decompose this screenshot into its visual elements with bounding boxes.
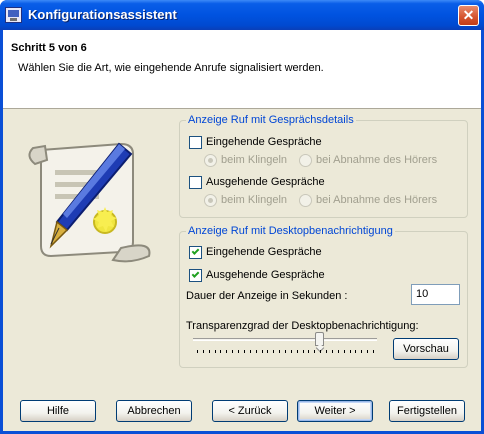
slider-track xyxy=(193,338,377,341)
call-details-legend: Anzeige Ruf mit Gesprächsdetails xyxy=(186,114,356,126)
next-button[interactable]: Weiter > xyxy=(297,400,373,422)
radio-selected-dot xyxy=(208,198,213,203)
window-title: Konfigurationsassistent xyxy=(28,7,177,22)
certificate-scroll-with-fountain-pen-icon xyxy=(28,142,151,263)
slider-tick xyxy=(367,350,368,353)
slider-tick xyxy=(355,350,356,353)
checkmark-icon xyxy=(191,270,200,278)
slider-tick xyxy=(350,350,351,353)
slider-tick xyxy=(320,350,321,353)
slider-tick xyxy=(285,350,286,353)
dialog-client-area: Schritt 5 von 6 Wählen Sie die Art, wie … xyxy=(3,30,481,431)
slider-tick xyxy=(291,350,292,353)
slider-tick xyxy=(203,350,204,353)
slider-tick xyxy=(262,350,263,353)
slider-tick xyxy=(297,350,298,353)
close-button[interactable]: ✕ xyxy=(458,5,479,26)
slider-tick xyxy=(373,350,374,353)
slider-tick xyxy=(220,350,221,353)
slider-thumb[interactable] xyxy=(315,332,324,346)
slider-tick xyxy=(197,350,198,353)
slider-tick xyxy=(215,350,216,353)
computer-phone-icon xyxy=(5,7,22,23)
transparency-slider[interactable] xyxy=(193,330,377,354)
checkbox-label: Ausgehende Gespräche xyxy=(206,269,325,281)
slider-tick xyxy=(250,350,251,353)
slider-tick xyxy=(232,350,233,353)
slider-tick xyxy=(279,350,280,353)
title-bar[interactable]: Konfigurationsassistent ✕ xyxy=(0,0,484,30)
slider-tick xyxy=(238,350,239,353)
preview-button[interactable]: Vorschau xyxy=(393,338,459,360)
slider-tick xyxy=(326,350,327,353)
slider-tick xyxy=(267,350,268,353)
slider-tick xyxy=(256,350,257,353)
slider-tick xyxy=(308,350,309,353)
slider-tick xyxy=(314,350,315,353)
checkmark-icon xyxy=(191,247,200,255)
outgoing-pickup-radio: bei Abnahme des Hörers xyxy=(299,193,459,209)
cancel-button[interactable]: Abbrechen xyxy=(116,400,192,422)
duration-label: Dauer der Anzeige in Sekunden : xyxy=(186,290,348,302)
slider-tick xyxy=(338,350,339,353)
slider-tick xyxy=(273,350,274,353)
checkbox-box[interactable] xyxy=(189,246,202,259)
back-button[interactable]: < Zurück xyxy=(212,400,288,422)
finish-button[interactable]: Fertigstellen xyxy=(389,400,465,422)
outgoing-ring-radio: beim Klingeln xyxy=(204,193,304,209)
slider-tick xyxy=(244,350,245,353)
checkbox-box[interactable] xyxy=(189,136,202,149)
wizard-header: Schritt 5 von 6 Wählen Sie die Art, wie … xyxy=(3,30,481,109)
slider-tick xyxy=(226,350,227,353)
checkbox-box[interactable] xyxy=(189,176,202,189)
checkbox-label: Eingehende Gespräche xyxy=(206,136,322,148)
help-button[interactable]: Hilfe xyxy=(20,400,96,422)
incoming-pickup-radio: bei Abnahme des Hörers xyxy=(299,153,459,169)
slider-tick xyxy=(361,350,362,353)
slider-tick xyxy=(209,350,210,353)
duration-field[interactable]: 10 xyxy=(411,284,460,305)
wizard-window: Konfigurationsassistent ✕ Schritt 5 von … xyxy=(0,0,484,434)
slider-tick xyxy=(303,350,304,353)
radio-selected-dot xyxy=(208,158,213,163)
checkbox-label: Ausgehende Gespräche xyxy=(206,176,325,188)
slider-tick xyxy=(344,350,345,353)
step-title: Schritt 5 von 6 xyxy=(11,42,87,54)
checkbox-box[interactable] xyxy=(189,269,202,282)
slider-tick xyxy=(332,350,333,353)
incoming-ring-radio: beim Klingeln xyxy=(204,153,304,169)
desktop-notification-legend: Anzeige Ruf mit Desktopbenachrichtigung xyxy=(186,225,395,237)
checkbox-label: Eingehende Gespräche xyxy=(206,246,322,258)
step-instruction: Wählen Sie die Art, wie eingehende Anruf… xyxy=(18,62,324,74)
